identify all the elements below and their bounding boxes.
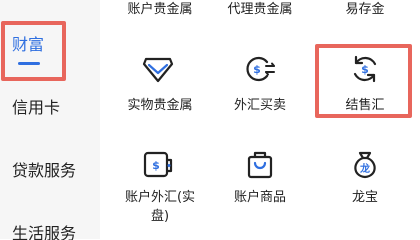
item-dragon-treasure[interactable]: 龙宝 — [315, 188, 415, 207]
svg-text:$: $ — [253, 63, 261, 76]
item-account-forex-spot[interactable]: 账户外汇(实 盘) — [110, 188, 210, 226]
diamond-icon[interactable] — [141, 52, 175, 86]
item-physical-precious-metal[interactable]: 实物贵金属 — [110, 96, 210, 115]
item-agency-precious-metal[interactable]: 代理贵金属 — [210, 0, 310, 19]
item-account-precious-metal[interactable]: 账户贵金属 — [110, 0, 210, 19]
item-easy-deposit-gold[interactable]: 易存金 — [315, 0, 415, 19]
item-account-forex-spot-line2: 盘) — [150, 209, 170, 224]
highlight-box-currency-exchange — [315, 44, 412, 118]
shopping-bag-icon[interactable] — [243, 147, 277, 181]
svg-text:$: $ — [152, 159, 160, 172]
item-account-forex-spot-line1: 账户外汇(实 — [124, 190, 196, 205]
dragon-bag-icon[interactable]: 龙 — [348, 147, 382, 181]
svg-text:龙: 龙 — [359, 162, 370, 175]
sidebar-item-loan-services[interactable]: 贷款服务 — [12, 163, 76, 179]
sidebar-item-credit-card[interactable]: 信用卡 — [12, 100, 60, 116]
dollar-exchange-icon[interactable]: $ — [243, 52, 277, 86]
item-account-commodity[interactable]: 账户商品 — [210, 188, 310, 207]
item-forex-trading[interactable]: 外汇买卖 — [210, 96, 310, 115]
sidebar-item-life-services[interactable]: 生活服务 — [12, 226, 76, 240]
dollar-wallet-icon[interactable]: $ — [141, 147, 175, 181]
highlight-box-sidebar — [1, 21, 66, 81]
